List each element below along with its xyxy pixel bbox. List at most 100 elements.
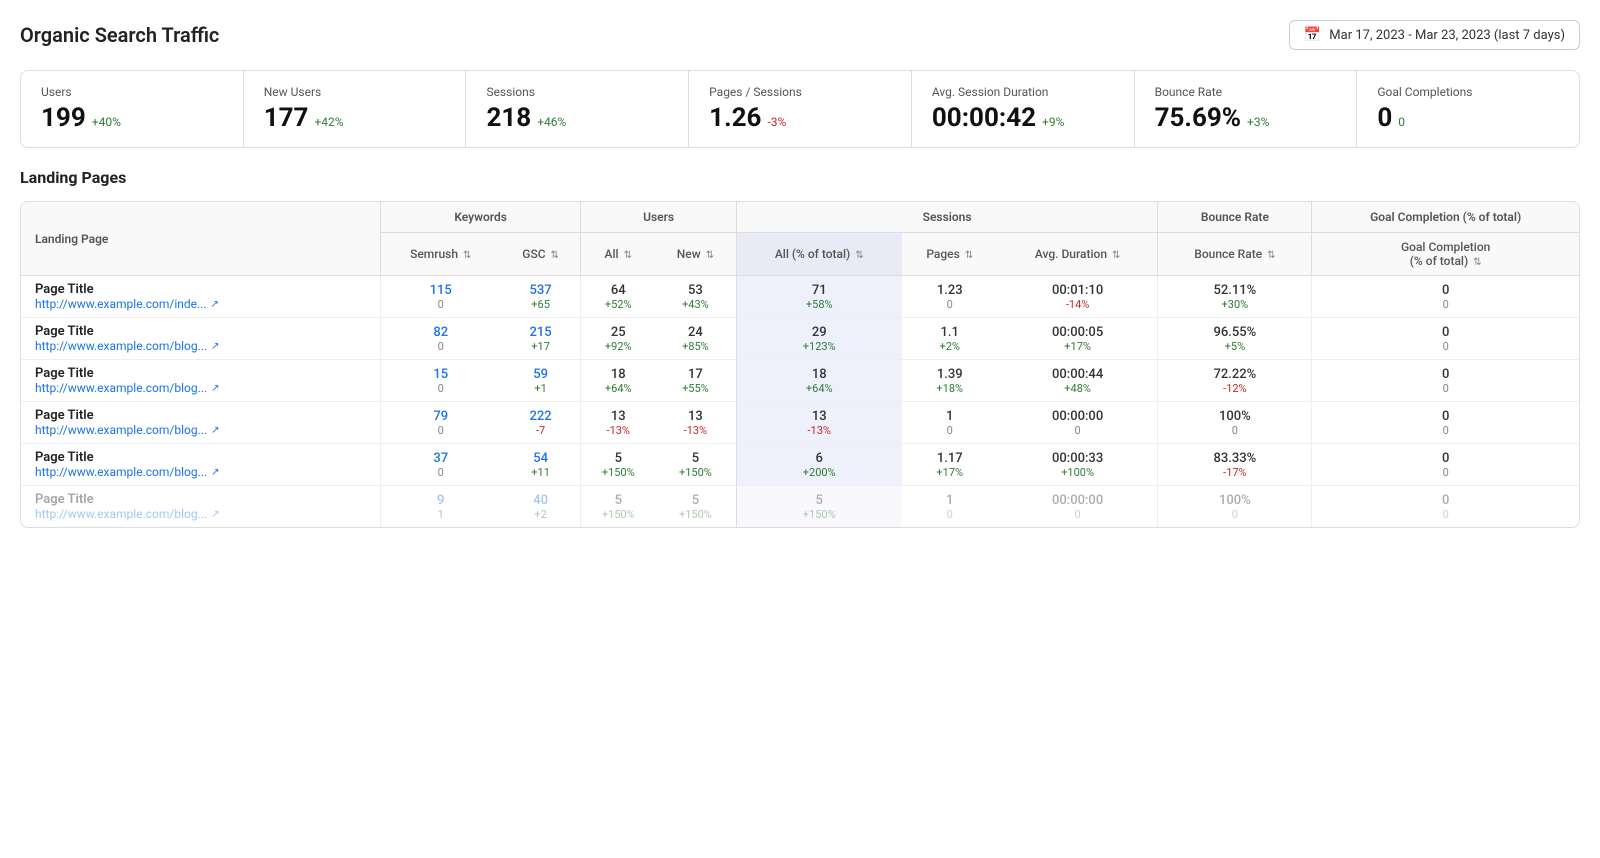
pages-delta: +2% <box>908 340 992 353</box>
users-new-delta: +150% <box>661 508 730 521</box>
sessions-all-delta: -13% <box>743 424 896 437</box>
users-new-cell: 17 +55% <box>655 360 736 402</box>
semrush-value: 115 <box>387 283 495 298</box>
users-all-delta: +150% <box>587 508 649 521</box>
metric-label: Bounce Rate <box>1155 85 1337 99</box>
table-row: Page Title http://www.example.com/blog..… <box>21 402 1579 444</box>
goal-completion-value: 0 <box>1318 283 1573 298</box>
bounce-rate-delta: 0 <box>1164 424 1305 437</box>
pages-delta: 0 <box>908 298 992 311</box>
goal-completion-subheader[interactable]: Goal Completion(% of total) ⇅ <box>1312 233 1579 276</box>
landing-page-cell: Page Title http://www.example.com/blog..… <box>21 318 380 360</box>
users-new-cell: 5 +150% <box>655 444 736 486</box>
page-url[interactable]: http://www.example.com/blog... ↗ <box>35 465 374 479</box>
users-all-subheader[interactable]: All ⇅ <box>581 233 655 276</box>
metric-cell-users: Users 199 +40% <box>21 71 244 147</box>
goal-completion-cell: 0 0 <box>1312 402 1579 444</box>
users-new-subheader[interactable]: New ⇅ <box>655 233 736 276</box>
gsc-value: 59 <box>507 367 575 382</box>
date-range-label: Mar 17, 2023 - Mar 23, 2023 (last 7 days… <box>1329 28 1565 43</box>
pages-subheader[interactable]: Pages ⇅ <box>902 233 998 276</box>
page-url[interactable]: http://www.example.com/inde... ↗ <box>35 297 374 311</box>
gsc-subheader[interactable]: GSC ⇅ <box>501 233 581 276</box>
page-title-text: Page Title <box>35 366 374 381</box>
users-all-cell: 18 +64% <box>581 360 655 402</box>
bounce-rate-value: 52.11% <box>1164 283 1305 298</box>
bounce-rate-value: 100% <box>1164 493 1305 508</box>
sort-icon: ⇅ <box>855 250 863 261</box>
avg-duration-cell: 00:01:10 -14% <box>998 276 1158 318</box>
goal-completion-delta: 0 <box>1318 340 1573 353</box>
sessions-all-value: 6 <box>743 451 896 466</box>
users-new-delta: +85% <box>661 340 730 353</box>
avg-duration-subheader[interactable]: Avg. Duration ⇅ <box>998 233 1158 276</box>
page-url[interactable]: http://www.example.com/blog... ↗ <box>35 381 374 395</box>
pages-value: 1.1 <box>908 325 992 340</box>
date-range-picker[interactable]: 📅 Mar 17, 2023 - Mar 23, 2023 (last 7 da… <box>1289 20 1580 50</box>
page-title-text: Page Title <box>35 282 374 297</box>
bounce-rate-value: 83.33% <box>1164 451 1305 466</box>
external-link-icon: ↗ <box>211 341 219 352</box>
landing-page-cell: Page Title http://www.example.com/blog..… <box>21 402 380 444</box>
page-title: Organic Search Traffic <box>20 23 219 47</box>
users-all-delta: +64% <box>587 382 649 395</box>
users-new-delta: +150% <box>661 466 730 479</box>
semrush-cell: 115 0 <box>380 276 500 318</box>
goal-completion-delta: 0 <box>1318 424 1573 437</box>
metric-cell-avg--session-duration: Avg. Session Duration 00:00:42 +9% <box>912 71 1135 147</box>
bounce-rate-value: 72.22% <box>1164 367 1305 382</box>
users-all-cell: 5 +150% <box>581 486 655 528</box>
users-all-delta: +52% <box>587 298 649 311</box>
external-link-icon: ↗ <box>211 383 219 394</box>
section-title: Landing Pages <box>20 168 1580 187</box>
landing-page-col-header: Landing Page <box>21 202 380 276</box>
sessions-all-cell: 6 +200% <box>736 444 901 486</box>
page-url[interactable]: http://www.example.com/blog... ↗ <box>35 339 374 353</box>
metric-value: 00:00:42 <box>932 103 1036 133</box>
external-link-icon: ↗ <box>211 467 219 478</box>
sessions-all-subheader[interactable]: All (% of total) ⇅ <box>736 233 901 276</box>
goal-completion-cell: 0 0 <box>1312 486 1579 528</box>
goal-completion-value: 0 <box>1318 325 1573 340</box>
bounce-rate-cell: 100% 0 <box>1158 402 1312 444</box>
external-link-icon: ↗ <box>211 425 219 436</box>
semrush-cell: 82 0 <box>380 318 500 360</box>
goal-completion-group-header: Goal Completion (% of total) <box>1312 202 1579 233</box>
gsc-value: 54 <box>507 451 575 466</box>
page-url[interactable]: http://www.example.com/blog... ↗ <box>35 507 374 521</box>
semrush-cell: 79 0 <box>380 402 500 444</box>
users-all-delta: -13% <box>587 424 649 437</box>
users-new-cell: 5 +150% <box>655 486 736 528</box>
sort-icon: ⇅ <box>463 250 471 261</box>
users-new-cell: 24 +85% <box>655 318 736 360</box>
metric-cell-bounce-rate: Bounce Rate 75.69% +3% <box>1135 71 1358 147</box>
semrush-value: 79 <box>387 409 495 424</box>
avg-duration-cell: 00:00:44 +48% <box>998 360 1158 402</box>
page-title-text: Page Title <box>35 492 374 507</box>
sort-icon: ⇅ <box>965 250 973 261</box>
bounce-rate-delta: -17% <box>1164 466 1305 479</box>
page-title-text: Page Title <box>35 408 374 423</box>
bounce-rate-subheader[interactable]: Bounce Rate ⇅ <box>1158 233 1312 276</box>
landing-pages-section: Landing Pages Landing Page Keywords User… <box>20 168 1580 528</box>
gsc-delta: +2 <box>507 508 575 521</box>
sessions-all-value: 18 <box>743 367 896 382</box>
users-all-delta: +150% <box>587 466 649 479</box>
sort-icon: ⇅ <box>551 250 559 261</box>
keywords-group-header: Keywords <box>380 202 581 233</box>
metric-label: Pages / Sessions <box>709 85 891 99</box>
semrush-subheader[interactable]: Semrush ⇅ <box>380 233 500 276</box>
users-new-value: 24 <box>661 325 730 340</box>
bounce-rate-delta: -12% <box>1164 382 1305 395</box>
bounce-rate-cell: 96.55% +5% <box>1158 318 1312 360</box>
avg-duration-value: 00:01:10 <box>1004 283 1152 298</box>
goal-completion-delta: 0 <box>1318 466 1573 479</box>
page-url[interactable]: http://www.example.com/blog... ↗ <box>35 423 374 437</box>
gsc-cell: 54 +11 <box>501 444 581 486</box>
pages-value: 1 <box>908 409 992 424</box>
page-title-text: Page Title <box>35 450 374 465</box>
sessions-all-delta: +58% <box>743 298 896 311</box>
bounce-rate-delta: +5% <box>1164 340 1305 353</box>
semrush-delta: 0 <box>387 382 495 395</box>
goal-completion-value: 0 <box>1318 409 1573 424</box>
